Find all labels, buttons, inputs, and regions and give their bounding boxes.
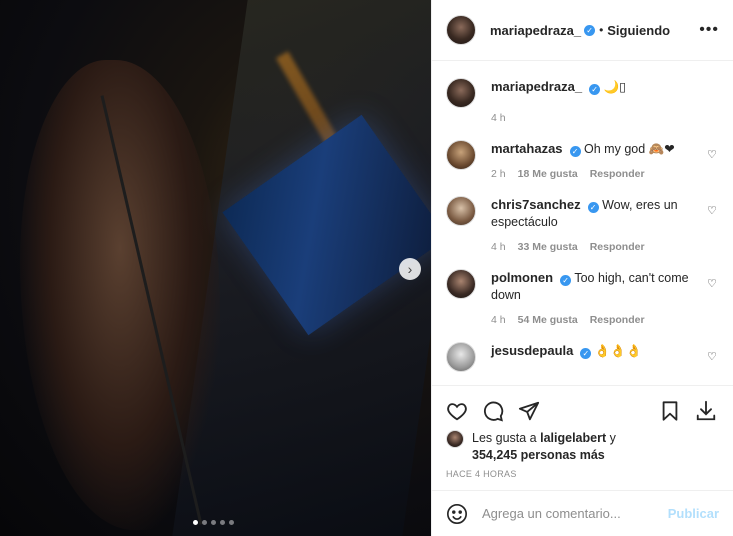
comment-item: martahazas ✓ Oh my god 🙈❤ 2 h 18 Me gusta… bbox=[446, 140, 719, 183]
bookmark-icon[interactable] bbox=[659, 400, 683, 424]
heart-icon[interactable]: ♡ bbox=[707, 350, 719, 363]
comment-item: polmonen ✓ Too high, can't come down 4 h … bbox=[446, 269, 719, 329]
verified-badge-icon: ✓ bbox=[580, 348, 592, 359]
comment-icon[interactable] bbox=[482, 400, 506, 424]
post-modal: › mariapedraza_ ✓ • Siguiendo ••• mariap… bbox=[0, 0, 733, 536]
carousel-dot bbox=[211, 520, 216, 525]
comment-likes[interactable]: 54 Me gusta bbox=[518, 312, 578, 329]
reply-button[interactable]: Responder bbox=[590, 312, 645, 329]
post-timestamp[interactable]: HACE 4 HORAS bbox=[446, 469, 517, 479]
comment-username[interactable]: chris7sanchez bbox=[491, 197, 581, 212]
caption-time[interactable]: 4 h bbox=[491, 110, 506, 127]
following-button[interactable]: Siguiendo bbox=[607, 23, 670, 38]
commenter-avatar[interactable] bbox=[446, 140, 476, 170]
verified-badge-icon: ✓ bbox=[587, 202, 599, 213]
comment-username[interactable]: jesusdepaula bbox=[491, 343, 573, 358]
verified-badge-icon: ✓ bbox=[560, 275, 572, 286]
commenter-avatar[interactable] bbox=[446, 342, 476, 372]
follow-separator: • bbox=[599, 23, 604, 37]
heart-icon[interactable]: ♡ bbox=[707, 148, 719, 161]
publish-button[interactable]: Publicar bbox=[668, 506, 719, 521]
photo-figure bbox=[20, 60, 220, 530]
heart-icon[interactable] bbox=[446, 400, 470, 424]
verified-badge-icon: ✓ bbox=[589, 84, 601, 95]
comment-username[interactable]: martahazas bbox=[491, 141, 563, 156]
comment-username[interactable]: polmonen bbox=[491, 270, 553, 285]
comment-input[interactable] bbox=[482, 506, 668, 521]
caption-text: 🌙▯ bbox=[603, 80, 626, 94]
likes-summary: Les gusta a laligelabert y 354,245 perso… bbox=[446, 430, 719, 464]
carousel-indicator bbox=[193, 520, 234, 525]
comment-likes[interactable]: 33 Me gusta bbox=[518, 239, 578, 256]
comment-text: Oh my god 🙈❤ bbox=[584, 142, 675, 156]
carousel-dot bbox=[202, 520, 207, 525]
comment-likes[interactable]: 18 Me gusta bbox=[518, 166, 578, 183]
reply-button[interactable]: Responder bbox=[590, 239, 645, 256]
verified-badge-icon: ✓ bbox=[569, 146, 581, 157]
carousel-dot bbox=[229, 520, 234, 525]
post-photo[interactable]: › bbox=[0, 0, 431, 536]
post-header: mariapedraza_ ✓ • Siguiendo ••• bbox=[432, 0, 733, 61]
caption: mariapedraza_ ✓ 🌙▯ 4 h bbox=[446, 78, 719, 127]
comment-item: chris7sanchez ✓ Wow, eres un espectáculo … bbox=[446, 196, 719, 256]
commenter-avatar[interactable] bbox=[446, 269, 476, 299]
post-side-panel: mariapedraza_ ✓ • Siguiendo ••• mariaped… bbox=[431, 0, 733, 536]
more-options-icon[interactable]: ••• bbox=[699, 21, 719, 39]
reply-button[interactable]: Responder bbox=[590, 166, 645, 183]
next-slide-button[interactable]: › bbox=[399, 258, 421, 280]
comment-text: 👌👌👌 bbox=[594, 344, 642, 358]
likes-connector: y bbox=[609, 431, 616, 445]
verified-badge-icon: ✓ bbox=[584, 24, 596, 36]
download-icon[interactable] bbox=[695, 400, 719, 424]
commenter-avatar[interactable] bbox=[446, 196, 476, 226]
chevron-right-icon: › bbox=[407, 261, 413, 277]
liker-avatar[interactable] bbox=[446, 430, 464, 448]
likes-count-link[interactable]: 354,245 personas más bbox=[472, 448, 605, 462]
heart-icon[interactable]: ♡ bbox=[707, 277, 719, 290]
heart-icon[interactable]: ♡ bbox=[707, 204, 719, 217]
share-icon[interactable] bbox=[518, 400, 542, 424]
caption-username[interactable]: mariapedraza_ bbox=[491, 79, 582, 94]
liker-username[interactable]: laligelabert bbox=[540, 431, 606, 445]
comment-time[interactable]: 2 h bbox=[491, 166, 506, 183]
comments-list[interactable]: mariapedraza_ ✓ 🌙▯ 4 h martahazas ✓ Oh my … bbox=[432, 62, 733, 385]
comment-item: jesusdepaula ✓ 👌👌👌 ♡ bbox=[446, 342, 719, 372]
carousel-dot bbox=[193, 520, 198, 525]
author-avatar[interactable] bbox=[446, 15, 476, 45]
author-username[interactable]: mariapedraza_ bbox=[490, 23, 581, 38]
carousel-dot bbox=[220, 520, 225, 525]
likes-prefix: Les gusta a bbox=[472, 431, 537, 445]
author-avatar[interactable] bbox=[446, 78, 476, 108]
comment-time[interactable]: 4 h bbox=[491, 312, 506, 329]
comment-time[interactable]: 4 h bbox=[491, 239, 506, 256]
emoji-icon[interactable] bbox=[446, 503, 468, 525]
add-comment-bar: Publicar bbox=[432, 490, 733, 536]
